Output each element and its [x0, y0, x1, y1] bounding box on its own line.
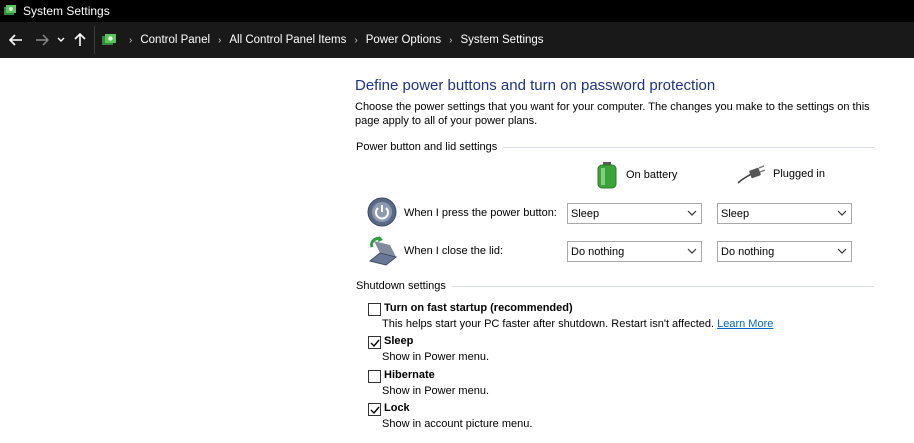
fast-startup-label[interactable]: Turn on fast startup (recommended): [384, 302, 573, 314]
learn-more-link[interactable]: Learn More: [717, 318, 773, 330]
column-on-battery: On battery: [596, 161, 677, 189]
power-button-icon: [367, 197, 397, 227]
up-arrow-icon[interactable]: [68, 28, 92, 52]
power-plug-icon: [737, 165, 765, 184]
chevron-down-icon: [687, 210, 697, 216]
fast-startup-description: This helps start your PC faster after sh…: [382, 318, 773, 330]
plugged-in-label: Plugged in: [773, 168, 825, 180]
battery-icon: [597, 162, 617, 189]
sleep-checkbox[interactable]: [368, 336, 381, 349]
chevron-down-icon: [687, 248, 697, 254]
lock-checkbox[interactable]: [368, 403, 381, 416]
fast-startup-checkbox[interactable]: [368, 303, 381, 316]
lock-description: Show in account picture menu.: [382, 418, 533, 430]
breadcrumb-system-settings[interactable]: System Settings: [460, 34, 543, 46]
page-description: Choose the power settings that you want …: [355, 101, 870, 127]
hibernate-option[interactable]: Hibernate: [368, 369, 435, 383]
lock-label[interactable]: Lock: [384, 402, 410, 414]
hibernate-checkbox[interactable]: [368, 370, 381, 383]
selected-value: Do nothing: [571, 245, 625, 258]
power-button-plugged-select[interactable]: Sleep: [717, 203, 852, 224]
column-plugged-in: Plugged in: [737, 164, 825, 184]
lid-plugged-select[interactable]: Do nothing: [717, 241, 852, 262]
lid-row-label: When I close the lid:: [404, 245, 504, 257]
fast-startup-sub-text: This helps start your PC faster after sh…: [382, 318, 715, 330]
lock-option[interactable]: Lock: [368, 402, 410, 416]
page-title: Define power buttons and turn on passwor…: [355, 77, 716, 94]
control-panel-icon: [102, 34, 116, 45]
breadcrumb-power-options[interactable]: Power Options: [366, 34, 441, 46]
window-title: System Settings: [23, 4, 110, 18]
breadcrumb-separator-icon[interactable]: ›: [218, 35, 221, 46]
laptop-lid-icon: [368, 236, 398, 266]
shutdown-group-label: Shutdown settings: [356, 280, 452, 292]
breadcrumb-control-panel[interactable]: Control Panel: [140, 34, 210, 46]
forward-arrow-icon[interactable]: [30, 28, 54, 52]
power-group-label: Power button and lid settings: [356, 141, 504, 153]
sleep-description: Show in Power menu.: [382, 351, 489, 363]
sleep-option[interactable]: Sleep: [368, 335, 413, 349]
power-button-battery-select[interactable]: Sleep: [567, 203, 702, 224]
breadcrumb-separator-icon[interactable]: ›: [354, 35, 357, 46]
hibernate-label[interactable]: Hibernate: [384, 369, 435, 381]
selected-value: Sleep: [571, 207, 600, 220]
selected-value: Do nothing: [721, 245, 775, 258]
checkmark-icon: [370, 406, 380, 415]
recent-locations-chevron-icon[interactable]: [54, 28, 68, 52]
address-bar[interactable]: › Control Panel › All Control Panel Item…: [94, 26, 914, 54]
hibernate-description: Show in Power menu.: [382, 385, 489, 397]
breadcrumb-all-items[interactable]: All Control Panel Items: [229, 34, 346, 46]
breadcrumb-separator-icon: ›: [129, 34, 133, 46]
lid-battery-select[interactable]: Do nothing: [567, 241, 702, 262]
navigation-bar: › Control Panel › All Control Panel Item…: [0, 22, 914, 58]
back-arrow-icon[interactable]: [4, 28, 28, 52]
breadcrumb-separator-icon[interactable]: ›: [449, 35, 452, 46]
power-button-row-label: When I press the power button:: [404, 207, 557, 219]
chevron-down-icon: [837, 248, 847, 254]
sleep-label[interactable]: Sleep: [384, 335, 413, 347]
title-bar: System Settings: [0, 0, 914, 22]
on-battery-label: On battery: [626, 169, 678, 181]
control-panel-icon: [4, 5, 16, 15]
chevron-down-icon: [837, 210, 847, 216]
checkmark-icon: [370, 339, 380, 348]
fast-startup-option[interactable]: Turn on fast startup (recommended): [368, 302, 573, 316]
selected-value: Sleep: [721, 207, 750, 220]
